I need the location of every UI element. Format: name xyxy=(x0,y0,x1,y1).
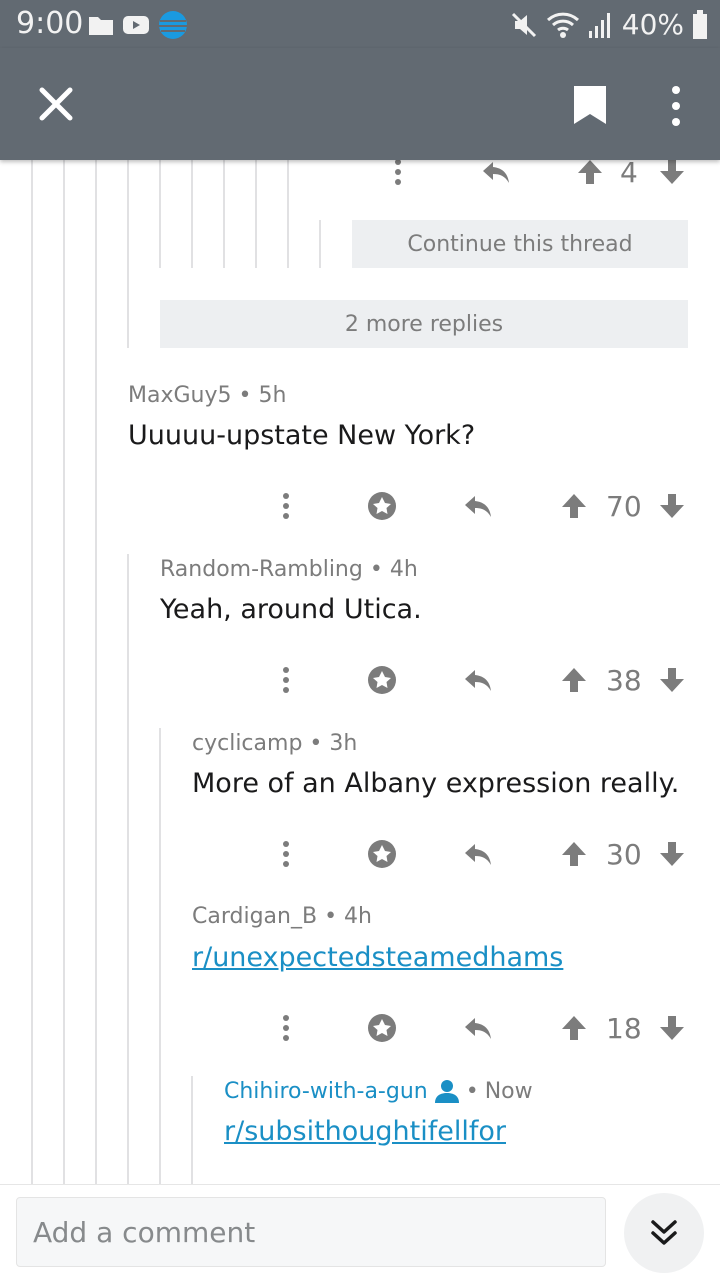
reply-icon[interactable] xyxy=(462,838,494,870)
vote-score: 38 xyxy=(606,664,642,697)
upvote-icon[interactable] xyxy=(560,666,588,694)
award-icon[interactable] xyxy=(366,838,398,870)
signal-icon xyxy=(588,12,610,38)
continue-thread-button[interactable]: Continue this thread xyxy=(352,220,688,268)
vote-score: 4 xyxy=(620,156,638,189)
comment-author[interactable]: Cardigan_B xyxy=(192,904,317,929)
award-icon[interactable] xyxy=(366,490,398,522)
downvote-icon[interactable] xyxy=(658,666,686,694)
add-comment-input[interactable]: Add a comment xyxy=(16,1197,606,1267)
app-toolbar xyxy=(0,48,720,160)
comment-actions: 70 xyxy=(0,486,720,526)
reply-icon[interactable] xyxy=(480,156,512,188)
comment-meta: Random-Rambling • 4h xyxy=(160,557,418,582)
vote-score: 18 xyxy=(606,1012,642,1045)
vote-score: 70 xyxy=(606,490,642,523)
award-icon[interactable] xyxy=(366,1012,398,1044)
meta-separator: • xyxy=(369,557,383,582)
more-options-icon[interactable] xyxy=(278,490,294,522)
upvote-icon[interactable] xyxy=(560,840,588,868)
upvote-icon[interactable] xyxy=(576,158,604,186)
system-icons: 40% xyxy=(510,8,708,41)
meta-separator: • xyxy=(465,1078,479,1104)
comment-meta: cyclicamp • 3h xyxy=(192,731,357,756)
more-replies-button[interactable]: 2 more replies xyxy=(160,300,688,348)
youtube-icon xyxy=(123,16,149,34)
comment-meta: Cardigan_B • 4h xyxy=(192,904,372,929)
comment-author[interactable]: Chihiro-with-a-gun xyxy=(224,1079,428,1104)
user-icon xyxy=(434,1080,459,1103)
battery-percent: 40% xyxy=(621,8,684,41)
battery-icon xyxy=(693,9,707,39)
reply-icon[interactable] xyxy=(462,490,494,522)
comment-body: Yeah, around Utica. xyxy=(160,594,422,625)
comment-author[interactable]: cyclicamp xyxy=(192,731,302,756)
reply-icon[interactable] xyxy=(462,664,494,696)
thread-line[interactable] xyxy=(159,728,161,1184)
comment-actions: 30 xyxy=(0,834,720,874)
comment-actions: 38 xyxy=(0,660,720,700)
comment-actions: 18 xyxy=(0,1008,720,1048)
upvote-icon[interactable] xyxy=(560,1014,588,1042)
bookmark-icon[interactable] xyxy=(572,84,608,126)
comment-author[interactable]: Random-Rambling xyxy=(160,557,363,582)
notification-icons xyxy=(88,10,188,40)
comment-body: Uuuuu-upstate New York? xyxy=(128,420,476,451)
close-icon[interactable] xyxy=(36,84,76,124)
comment-author[interactable]: MaxGuy5 xyxy=(128,383,232,408)
downvote-icon[interactable] xyxy=(658,1014,686,1042)
subreddit-link[interactable]: r/unexpectedsteamedhams xyxy=(192,942,563,973)
att-icon xyxy=(159,11,187,39)
downvote-icon[interactable] xyxy=(658,158,686,186)
more-options-icon[interactable] xyxy=(278,838,294,870)
folder-icon xyxy=(89,17,113,35)
reply-icon[interactable] xyxy=(462,1012,494,1044)
comment-age: 3h xyxy=(329,731,358,756)
comment-meta: MaxGuy5 • 5h xyxy=(128,383,286,408)
meta-separator: • xyxy=(309,731,323,756)
thread-line[interactable] xyxy=(319,220,321,268)
status-bar: 9:00 40% xyxy=(0,0,720,48)
more-options-icon[interactable] xyxy=(278,664,294,696)
double-chevron-down-icon xyxy=(651,1220,677,1245)
more-options-icon[interactable] xyxy=(278,1012,294,1044)
comment-body: More of an Albany expression really. xyxy=(192,768,680,799)
jump-to-next-button[interactable] xyxy=(624,1193,704,1273)
upvote-icon[interactable] xyxy=(560,492,588,520)
comment-age: 4h xyxy=(389,557,418,582)
comment-meta: Chihiro-with-a-gun • Now xyxy=(224,1078,533,1104)
comment-age: 4h xyxy=(344,904,372,929)
more-options-icon[interactable] xyxy=(390,156,406,188)
mute-icon xyxy=(511,12,536,37)
award-icon[interactable] xyxy=(366,664,398,696)
downvote-icon[interactable] xyxy=(658,492,686,520)
downvote-icon[interactable] xyxy=(658,840,686,868)
subreddit-link[interactable]: r/subsithoughtifellfor xyxy=(224,1116,506,1147)
thread-line[interactable] xyxy=(191,1076,193,1184)
vote-score: 30 xyxy=(606,838,642,871)
meta-separator: • xyxy=(324,904,338,929)
comment-age: 5h xyxy=(258,383,287,408)
comment-composer-bar: Add a comment xyxy=(0,1184,720,1281)
overflow-menu-icon[interactable] xyxy=(664,82,688,130)
comment-age: Now xyxy=(484,1078,533,1104)
status-time: 9:00 xyxy=(16,6,84,41)
meta-separator: • xyxy=(238,383,252,408)
wifi-icon xyxy=(546,12,579,38)
